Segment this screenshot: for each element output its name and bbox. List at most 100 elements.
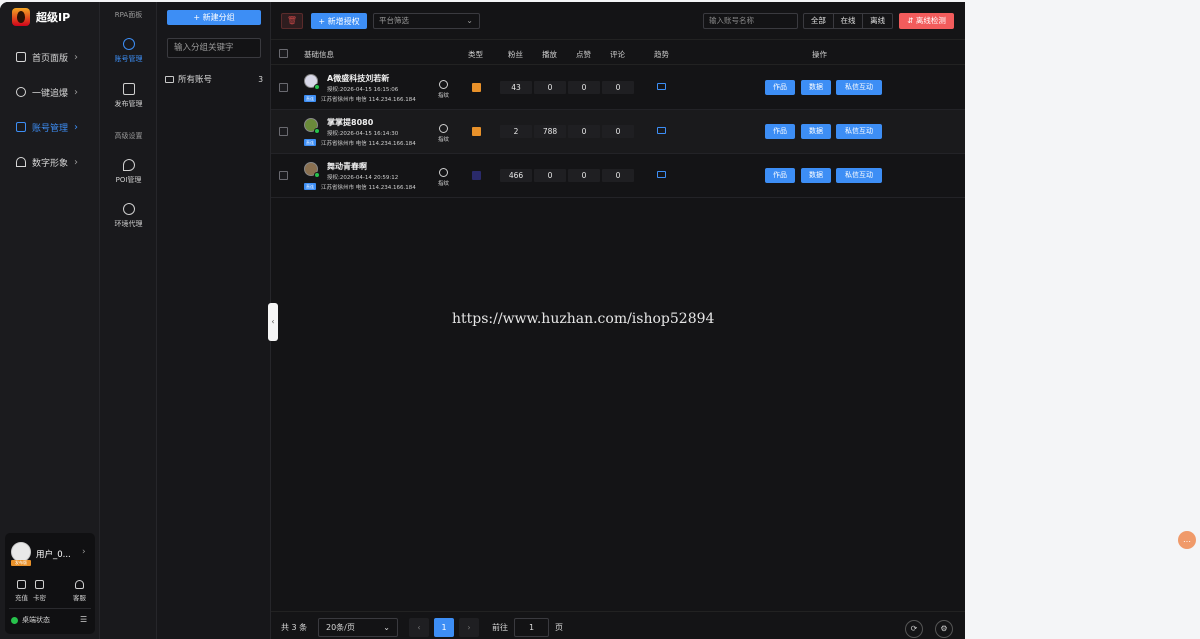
subnav-poi-management[interactable]: POI管理: [100, 159, 157, 185]
group-count: 3: [258, 74, 263, 84]
add-authorization-button[interactable]: + 新增授权: [311, 13, 367, 29]
card-key-button[interactable]: 卡密: [33, 580, 46, 602]
comments-count: 0: [602, 169, 634, 182]
account-name: 掌掌提8080: [327, 118, 374, 127]
logo-icon: [12, 8, 30, 26]
data-button[interactable]: 数据: [801, 124, 831, 139]
chevron-right-icon: ›: [74, 86, 78, 98]
page-size-label: 20条/页: [326, 623, 355, 632]
sidebar-item-digital-avatar[interactable]: 数字形象 ›: [0, 150, 100, 174]
segment-online[interactable]: 在线: [834, 14, 864, 28]
fingerprint-button[interactable]: 指纹: [438, 168, 449, 187]
ip-location: 江苏省徐州市 电信 114.234.166.184: [321, 97, 416, 103]
plays-count: 0: [534, 81, 566, 94]
recharge-label: 充值: [15, 594, 28, 602]
goto-page-input[interactable]: 1: [514, 618, 549, 637]
chat-icon[interactable]: …: [1178, 531, 1196, 549]
subnav-label: 环境代理: [114, 220, 143, 228]
chevron-down-icon: ⌄: [383, 623, 390, 632]
prev-page-button[interactable]: ‹: [409, 618, 429, 637]
trend-icon[interactable]: [657, 83, 666, 90]
header-plays: 播放: [542, 50, 557, 59]
row-checkbox[interactable]: [279, 171, 288, 180]
platform-icon: [472, 171, 481, 180]
select-all-checkbox[interactable]: [279, 49, 288, 58]
sidebar-item-label: 账号管理: [32, 123, 69, 134]
desktop-status-label: 桌端状态: [22, 616, 50, 624]
recharge-button[interactable]: 充值: [15, 580, 28, 602]
new-group-button[interactable]: + 新建分组: [167, 10, 261, 25]
app-name: 超级IP: [36, 11, 71, 24]
works-button[interactable]: 作品: [765, 124, 795, 139]
chevron-right-icon: ›: [74, 121, 78, 133]
segment-offline[interactable]: 离线: [863, 14, 892, 28]
avatar[interactable]: [11, 542, 31, 562]
next-page-button[interactable]: ›: [459, 618, 479, 637]
row-checkbox[interactable]: [279, 127, 288, 136]
group-item-all[interactable]: 所有账号 3: [165, 72, 265, 86]
platform-icon: [472, 127, 481, 136]
user-badge: 发布版: [11, 560, 31, 566]
ip-location: 江苏省徐州市 电信 114.234.166.184: [321, 141, 416, 147]
support-label: 客服: [73, 594, 86, 602]
table-row: 舞动青春啊 授权:2026-04-14 20:59:12 直连 江苏省徐州市 电…: [271, 154, 965, 198]
refresh-icon[interactable]: ⟳: [905, 620, 923, 638]
settings-icon[interactable]: ⚙: [935, 620, 953, 638]
collapse-panel-button[interactable]: ‹: [268, 303, 278, 341]
group-search-input[interactable]: 输入分组关键字: [167, 38, 261, 58]
segment-all[interactable]: 全部: [804, 14, 834, 28]
umbrella-icon: [16, 157, 26, 167]
works-button[interactable]: 作品: [765, 80, 795, 95]
status-dot: [11, 616, 18, 624]
menu-icon[interactable]: ☰: [80, 615, 87, 624]
gift-icon: [35, 580, 44, 589]
user-name[interactable]: 用户_0...: [36, 548, 71, 560]
app-root: 超级IP 首页面版 › 一键追爆 › 账号管理 › 数字形象 › 发布版 用户_…: [0, 0, 1200, 639]
section-label-rpa: RPA面板: [114, 11, 143, 19]
fingerprint-label: 指纹: [438, 93, 450, 99]
page-unit-label: 页: [555, 623, 563, 632]
fingerprint-icon: [439, 80, 448, 89]
platform-filter-label: 平台筛选: [379, 16, 409, 25]
sidebar-item-label: 首页面版: [32, 53, 69, 64]
subnav-env-proxy[interactable]: 环境代理: [100, 203, 157, 229]
plays-count: 0: [534, 169, 566, 182]
sidebar-item-label: 一键追爆: [32, 88, 69, 99]
chevron-right-icon: ›: [74, 156, 78, 168]
user-card: 发布版 用户_0... › 充值 卡密 客服 桌端状态 ☰: [5, 533, 95, 634]
online-dot: [314, 128, 320, 134]
fingerprint-button[interactable]: 指纹: [438, 80, 449, 99]
page-number-button[interactable]: 1: [434, 618, 454, 637]
works-button[interactable]: 作品: [765, 168, 795, 183]
toolbar: 🗑 + 新增授权 平台筛选 ⌄ 输入账号名称 全部 在线 离线 ⇵ 离线检测: [271, 2, 965, 40]
header-operations: 操作: [812, 50, 827, 59]
platform-filter-select[interactable]: 平台筛选 ⌄: [373, 13, 480, 29]
fingerprint-icon: [439, 124, 448, 133]
header-fans: 粉丝: [508, 50, 523, 59]
sidebar-item-label: 数字形象: [32, 158, 69, 169]
subnav-publish-management[interactable]: 发布管理: [100, 83, 157, 109]
dm-interaction-button[interactable]: 私信互动: [836, 124, 882, 139]
support-button[interactable]: 客服: [73, 580, 86, 602]
sidebar-item-account-management[interactable]: 账号管理 ›: [0, 115, 100, 139]
dm-interaction-button[interactable]: 私信互动: [836, 168, 882, 183]
dm-interaction-button[interactable]: 私信互动: [836, 80, 882, 95]
data-button[interactable]: 数据: [801, 80, 831, 95]
authorized-time: 授权:2026-04-15 16:14:30: [327, 131, 399, 137]
sidebar-item-trending[interactable]: 一键追爆 ›: [0, 80, 100, 104]
fingerprint-label: 指纹: [438, 137, 450, 143]
fingerprint-icon: [439, 168, 448, 177]
trend-icon[interactable]: [657, 127, 666, 134]
sidebar-item-home[interactable]: 首页面版 ›: [0, 45, 100, 69]
page-size-select[interactable]: 20条/页 ⌄: [318, 618, 398, 637]
subnav-account-management[interactable]: 账号管理: [100, 38, 157, 64]
account-search-input[interactable]: 输入账号名称: [703, 13, 798, 29]
offline-check-button[interactable]: ⇵ 离线检测: [899, 13, 954, 29]
data-button[interactable]: 数据: [801, 168, 831, 183]
chevron-right-icon[interactable]: ›: [82, 547, 86, 557]
row-checkbox[interactable]: [279, 83, 288, 92]
fingerprint-button[interactable]: 指纹: [438, 124, 449, 143]
trend-icon[interactable]: [657, 171, 666, 178]
likes-count: 0: [568, 169, 600, 182]
delete-button[interactable]: 🗑: [281, 13, 303, 29]
